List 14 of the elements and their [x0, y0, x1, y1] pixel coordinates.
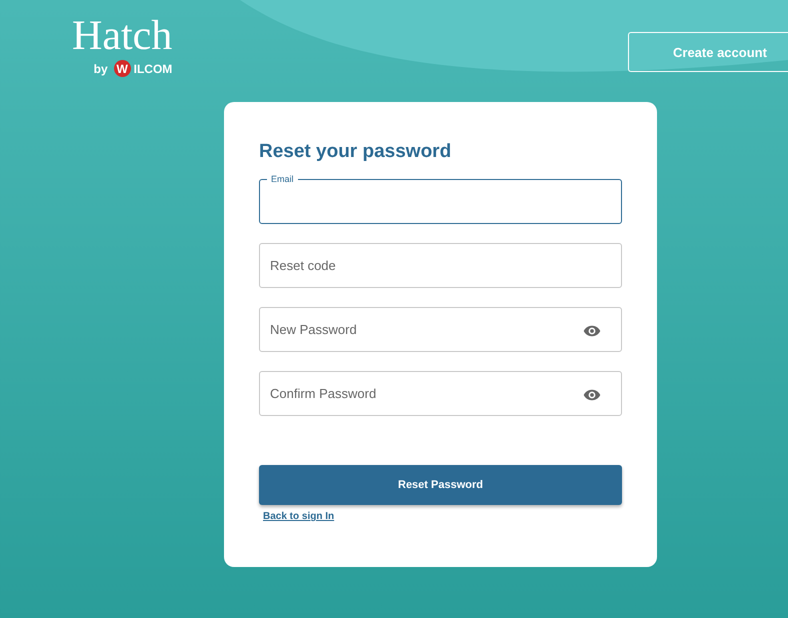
- form-title: Reset your password: [259, 140, 452, 164]
- field-placeholder: Reset code: [270, 258, 336, 273]
- input-field[interactable]: Reset code: [259, 243, 622, 288]
- input-field[interactable]: Confirm Password: [259, 371, 622, 416]
- field-placeholder: New Password: [270, 322, 357, 337]
- logo-wordmark: Hatch: [72, 14, 172, 58]
- brand-initial-badge: W: [114, 60, 131, 77]
- back-to-sign-in-link[interactable]: Back to sign In: [263, 511, 334, 522]
- field-label: Email: [267, 173, 298, 185]
- logo-by-text: by: [94, 62, 108, 76]
- input-field[interactable]: New Password: [259, 307, 622, 352]
- brand-name: ILCOM: [134, 62, 172, 76]
- field-placeholder: Confirm Password: [270, 386, 376, 401]
- reset-password-button[interactable]: Reset Password: [259, 465, 622, 505]
